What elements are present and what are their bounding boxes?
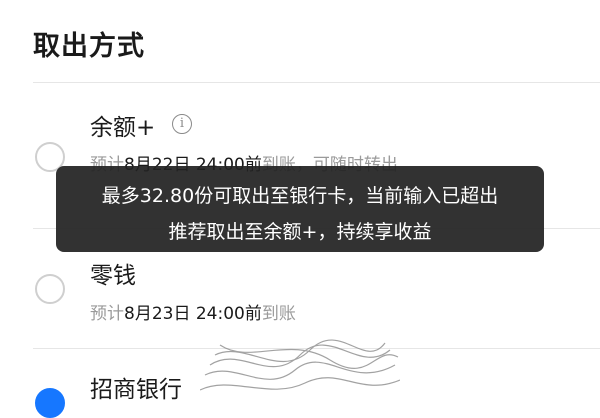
desc-suffix: 到账: [261, 304, 296, 324]
option-bank-card-radio[interactable]: [35, 388, 65, 418]
limit-tooltip: 最多32.80份可取出至银行卡，当前输入已超出 推荐取出至余额+，持续享收益: [56, 166, 544, 252]
option-name: 余额+: [90, 115, 156, 141]
option-name: 招商银行: [90, 377, 182, 403]
redaction-scribble: [200, 339, 400, 391]
divider: [33, 82, 600, 83]
option-name: 零钱: [90, 263, 136, 289]
option-desc: 预计8月23日 24:00前到账: [90, 299, 296, 324]
desc-time: 8月23日 24:00前: [124, 304, 262, 324]
desc-prefix: 预计: [90, 304, 124, 324]
tooltip-line-2: 推荐取出至余额+，持续享收益: [168, 221, 432, 243]
tooltip-line-1: 最多32.80份可取出至银行卡，当前输入已超出: [101, 185, 499, 207]
option-change-radio[interactable]: [35, 274, 65, 304]
section-title: 取出方式: [33, 31, 145, 62]
info-icon[interactable]: i: [172, 114, 192, 134]
